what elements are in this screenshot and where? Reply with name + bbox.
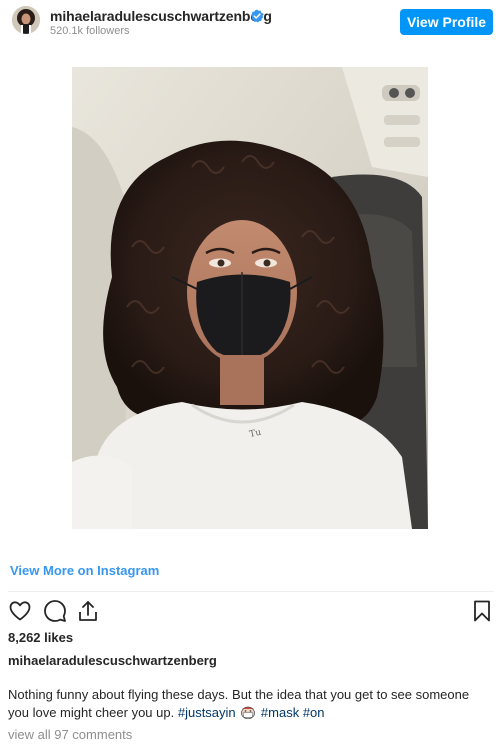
caption-username[interactable]: mihaelaradulescuschwartzenberg — [8, 653, 217, 668]
hashtag-link[interactable]: #mask — [261, 705, 299, 720]
bookmark-icon[interactable] — [470, 599, 494, 623]
verified-badge-icon — [250, 9, 264, 23]
post-image[interactable]: Tu — [72, 67, 428, 529]
hashtag-link[interactable]: #justsayin — [178, 705, 236, 720]
post-caption: Nothing funny about flying these days. B… — [8, 686, 488, 721]
hashtag-link[interactable]: #on — [303, 705, 325, 720]
post-header: mihaelaradulescuschwartzenberg 520.1k fo… — [0, 0, 496, 44]
avatar[interactable] — [12, 6, 40, 34]
share-icon[interactable] — [76, 599, 100, 623]
heart-icon[interactable] — [8, 599, 32, 623]
caption-text: Nothing funny about flying these days. B… — [8, 687, 470, 720]
divider — [8, 591, 494, 592]
view-comments-link[interactable]: view all 97 comments — [8, 727, 132, 742]
face-with-medical-mask-icon — [241, 706, 256, 719]
likes-count[interactable]: 8,262 likes — [8, 630, 73, 645]
username-link[interactable]: mihaelaradulescuschwartzenberg — [50, 8, 272, 24]
comment-icon[interactable] — [43, 599, 67, 623]
followers-count: 520.1k followers — [50, 25, 130, 37]
view-profile-button[interactable]: View Profile — [400, 9, 493, 35]
view-more-link[interactable]: View More on Instagram — [10, 563, 159, 578]
